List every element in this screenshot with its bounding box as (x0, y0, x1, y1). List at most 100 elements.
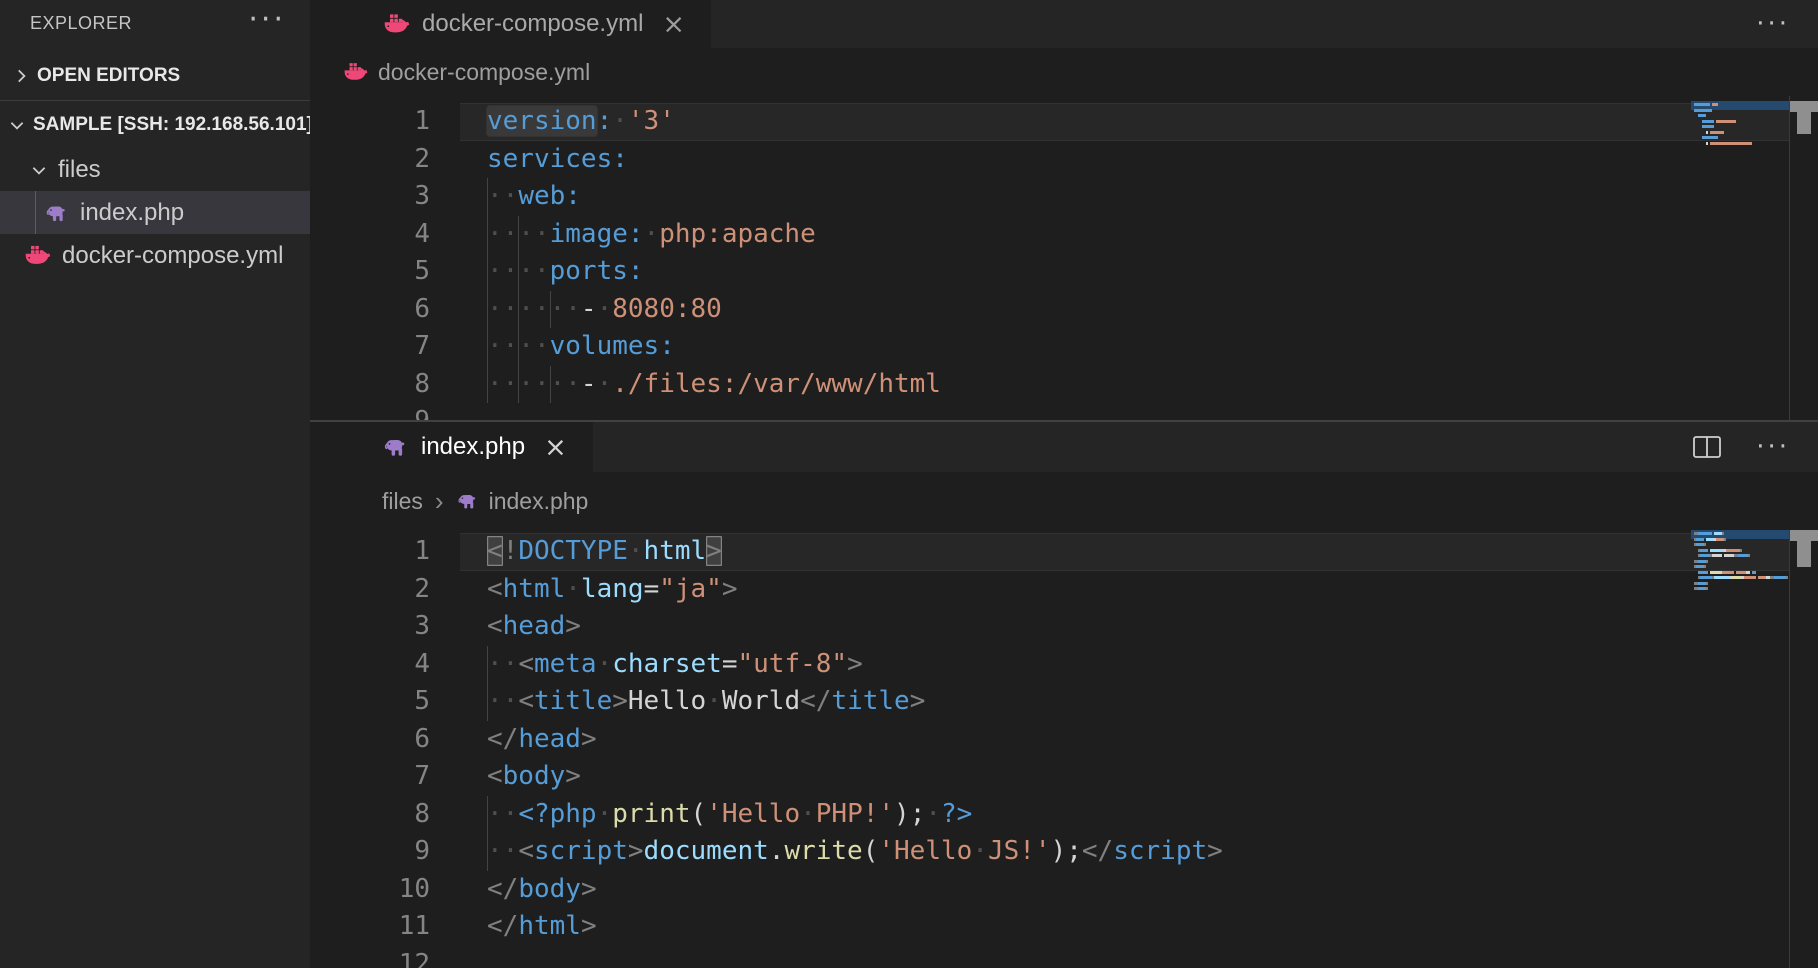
editor-area: docker-compose.yml × ··· docker-compose.… (310, 0, 1818, 968)
minimap-line (1694, 136, 1718, 139)
tab-label: docker-compose.yml (422, 10, 643, 38)
minimap-line (1694, 576, 1788, 579)
open-editors-section[interactable]: OPEN EDITORS (0, 52, 310, 101)
tree-item-docker-compose.yml[interactable]: docker-compose.yml (0, 234, 310, 277)
split-editor-icon[interactable] (1692, 434, 1722, 460)
docker-icon (383, 13, 411, 35)
line-number: 6 (310, 721, 430, 759)
more-actions-icon[interactable]: ··· (248, 5, 286, 35)
breadcrumb-item[interactable]: index.php (489, 488, 589, 515)
minimap-line (1694, 582, 1708, 585)
code-line[interactable]: ······-·8080:80 (487, 291, 722, 329)
tab-index-php[interactable]: index.php × (310, 422, 593, 472)
line-number: 11 (310, 908, 430, 946)
php-icon (44, 202, 70, 224)
code-line[interactable]: ····ports: (487, 253, 644, 291)
line-number: 5 (310, 253, 430, 291)
indent-guide (35, 191, 36, 234)
minimap[interactable] (1691, 96, 1790, 420)
tree-item-label: files (58, 156, 101, 184)
code-line[interactable]: ····image:·php:apache (487, 216, 816, 254)
close-icon[interactable]: × (662, 11, 685, 38)
tree-item-label: index.php (80, 199, 184, 227)
line-number: 10 (310, 871, 430, 909)
code-line[interactable]: <html·lang="ja"> (487, 571, 738, 609)
code-line[interactable]: </body> (487, 871, 597, 909)
code-line[interactable]: </head> (487, 721, 597, 759)
code-line[interactable]: ··<meta·charset="utf-8"> (487, 646, 863, 684)
docker-icon (343, 62, 369, 82)
line-number: 5 (310, 683, 430, 721)
chevron-down-icon (30, 161, 48, 179)
line-number: 2 (310, 141, 430, 179)
breadcrumb-item[interactable]: docker-compose.yml (378, 59, 590, 86)
explorer-sidebar: EXPLORER ··· OPEN EDITORS SAMPLE [SSH: 1… (0, 0, 310, 968)
minimap[interactable] (1691, 530, 1790, 968)
code-line[interactable]: ··web: (487, 178, 581, 216)
minimap-line (1694, 538, 1726, 541)
line-number: 4 (310, 646, 430, 684)
line-number: 4 (310, 216, 430, 254)
tree-item-label: docker-compose.yml (62, 242, 283, 270)
workspace-section-header[interactable]: SAMPLE [SSH: 192.168.56.101] (0, 101, 310, 148)
sidebar-header: EXPLORER ··· (0, 0, 310, 50)
code-line[interactable]: version:·'3' (487, 103, 675, 141)
tab-label: index.php (421, 433, 525, 461)
code-line[interactable]: ······-·./files:/var/www/html (487, 366, 941, 404)
code-editor-yaml[interactable]: 1version:·'3'2services:3··web:4····image… (310, 96, 1818, 420)
minimap-line (1694, 554, 1750, 557)
minimap-line (1694, 125, 1714, 128)
minimap-line (1694, 549, 1742, 552)
minimap-line (1694, 560, 1708, 563)
php-icon (456, 491, 480, 511)
line-number: 2 (310, 571, 430, 609)
editor-actions-icon[interactable]: ··· (1756, 434, 1790, 460)
minimap-line (1694, 142, 1752, 145)
php-icon (382, 435, 410, 459)
minimap-line (1694, 543, 1706, 546)
line-number: 9 (310, 833, 430, 871)
code-line[interactable]: <body> (487, 758, 581, 796)
code-line[interactable]: ··<script>document.write('Hello·JS!');</… (487, 833, 1223, 871)
vscode-window: { "sidebar": { "title": "EXPLORER", "ope… (0, 0, 1818, 968)
minimap-line (1694, 114, 1706, 117)
tree-item-index.php[interactable]: index.php (0, 191, 310, 234)
line-number: 8 (310, 796, 430, 834)
minimap-line (1694, 103, 1718, 106)
line-number: 9 (310, 403, 430, 420)
breadcrumb[interactable]: docker-compose.yml (310, 48, 1818, 96)
code-line[interactable]: <!DOCTYPE·html> (487, 533, 722, 571)
scrollbar[interactable] (1790, 530, 1818, 968)
code-line[interactable]: </html> (487, 908, 597, 946)
line-number: 1 (310, 533, 430, 571)
minimap-line (1694, 120, 1736, 123)
minimap-line (1694, 131, 1724, 134)
close-icon[interactable]: × (544, 434, 567, 461)
minimap-line (1694, 109, 1712, 112)
tree-item-files[interactable]: files (0, 148, 310, 191)
line-number: 7 (310, 758, 430, 796)
minimap-line (1694, 571, 1756, 574)
code-line[interactable]: ··<?php·print('Hello·PHP!');·?> (487, 796, 972, 834)
editor-actions-icon[interactable]: ··· (1756, 11, 1790, 37)
code-editor-php[interactable]: 1 <!DOCTYPE·html> 2 <html·lang="ja"> 3 <head>… (310, 530, 1818, 968)
tab-docker-compose[interactable]: docker-compose.yml × (310, 0, 711, 48)
line-number: 7 (310, 328, 430, 366)
workspace-label: SAMPLE [SSH: 192.168.56.101] (33, 114, 310, 136)
breadcrumb-item[interactable]: files (382, 488, 423, 515)
breadcrumb-separator: › (435, 486, 444, 517)
open-editors-label: OPEN EDITORS (37, 65, 180, 87)
chevron-down-icon (8, 116, 26, 134)
code-line[interactable]: services: (487, 141, 628, 179)
tab-bar-top: docker-compose.yml × ··· (310, 0, 1818, 48)
line-number: 1 (310, 103, 430, 141)
line-number: 3 (310, 608, 430, 646)
minimap-line (1694, 532, 1724, 535)
line-number: 6 (310, 291, 430, 329)
scrollbar[interactable] (1790, 96, 1818, 420)
code-line[interactable]: ··<title>Hello·World</title> (487, 683, 925, 721)
code-line[interactable]: ····volumes: (487, 328, 675, 366)
breadcrumb[interactable]: files › index.php (310, 472, 1818, 530)
explorer-title: EXPLORER (30, 13, 132, 34)
code-line[interactable]: <head> (487, 608, 581, 646)
